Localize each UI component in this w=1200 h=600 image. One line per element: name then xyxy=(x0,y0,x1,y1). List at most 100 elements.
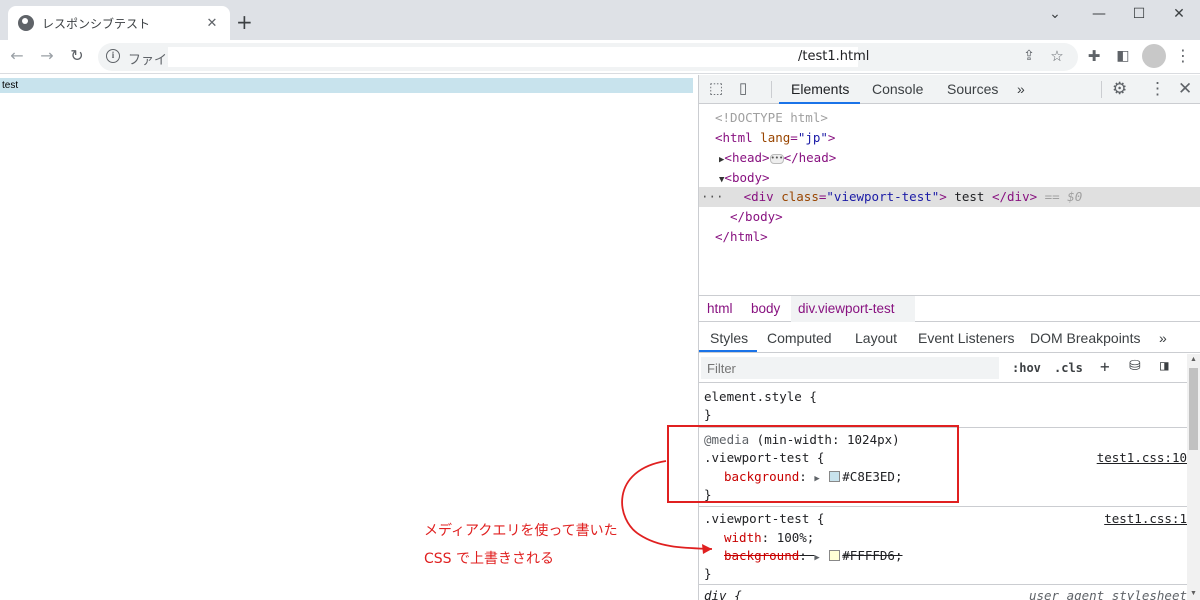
breadcrumb: html body div.viewport-test xyxy=(699,295,1200,322)
divider xyxy=(771,81,772,98)
tab-sources[interactable]: Sources xyxy=(947,81,998,97)
color-swatch[interactable] xyxy=(829,550,841,561)
dom-body-node[interactable]: ▼<body> xyxy=(699,168,1200,188)
tab-close-icon[interactable]: ✕ xyxy=(204,16,220,31)
active-tab-indicator xyxy=(779,102,860,104)
devtools-panel: ⬚ ▯ Elements Console Sources » ⚙ ⋮ ✕ <!D… xyxy=(698,75,1200,600)
active-subtab-indicator xyxy=(699,350,757,352)
div-close: </div> xyxy=(991,189,1038,204)
kebab-menu-icon[interactable]: ⋮ xyxy=(1149,79,1166,99)
tab-strip: レスポンシブテスト ✕ + ⌄ — ☐ ✕ xyxy=(0,0,1200,40)
breadcrumb-body[interactable]: body xyxy=(751,301,780,316)
rule-divider xyxy=(699,506,1187,507)
ellipsis-icon[interactable]: ••• xyxy=(769,153,784,164)
body-close: </body> xyxy=(730,209,783,224)
dom-doctype[interactable]: <!DOCTYPE html> xyxy=(699,108,1200,128)
scroll-thumb[interactable] xyxy=(1189,368,1198,450)
tab-dom-breakpoints[interactable]: DOM Breakpoints xyxy=(1030,330,1140,346)
tab-elements[interactable]: Elements xyxy=(791,81,849,97)
prop-name: background xyxy=(724,548,800,563)
tab-layout[interactable]: Layout xyxy=(855,330,897,346)
collapse-triangle-icon[interactable]: ▼ xyxy=(699,175,724,185)
address-bar[interactable]: i ファイル /test1.html xyxy=(98,43,1078,71)
dom-div-node-selected[interactable]: ··· <div class="viewport-test"> test </di… xyxy=(699,187,1200,207)
prop-name: width xyxy=(724,530,762,545)
rule-close-brace: } xyxy=(704,566,712,581)
annotation-line1: メディアクエリを使って書いた xyxy=(424,523,618,539)
side-panel-icon[interactable]: ◧ xyxy=(1112,46,1134,66)
filter-input[interactable] xyxy=(701,357,999,379)
menu-icon[interactable]: ⋮ xyxy=(1172,46,1194,66)
body-open: <body> xyxy=(724,170,770,185)
divider xyxy=(1101,81,1102,98)
tab-computed[interactable]: Computed xyxy=(767,330,832,346)
rule-divider xyxy=(699,584,1187,585)
tab-styles[interactable]: Styles xyxy=(710,330,748,346)
address-url: /test1.html xyxy=(798,49,870,64)
declaration-background-overridden[interactable]: background: ▶ #FFFFD6; xyxy=(724,546,903,565)
div-open: <div xyxy=(743,189,774,204)
browser-window: レスポンシブテスト ✕ + ⌄ — ☐ ✕ ← → ↻ i ファイル /test… xyxy=(0,0,1200,600)
bookmark-star-icon[interactable]: ☆ xyxy=(1046,46,1068,66)
extensions-icon[interactable]: ✚ xyxy=(1083,46,1105,66)
dom-body-close[interactable]: </body> xyxy=(699,207,1200,227)
rule-close-brace: } xyxy=(704,407,712,422)
prop-value: #FFFFD6; xyxy=(842,548,903,563)
expand-triangle-icon[interactable]: ▶ xyxy=(699,155,724,165)
share-icon[interactable]: ⇪ xyxy=(1018,46,1040,66)
browser-tab[interactable]: レスポンシブテスト ✕ xyxy=(8,6,230,40)
div-attr-val: "viewport-test" xyxy=(826,189,940,204)
annotation-line2: CSS で上書きされる xyxy=(424,551,554,567)
more-tabs-icon[interactable]: » xyxy=(1017,81,1025,97)
dom-head-node[interactable]: ▶<head>•••</head> xyxy=(699,148,1200,168)
sidebar-toggle-icon[interactable]: ◨ xyxy=(1160,358,1168,374)
tab-event-listeners[interactable]: Event Listeners xyxy=(918,330,1015,346)
breadcrumb-html[interactable]: html xyxy=(707,301,733,316)
new-tab-button[interactable]: + xyxy=(236,12,253,32)
paint-icon[interactable]: ⛁ xyxy=(1129,358,1141,374)
viewport-test-div: test xyxy=(0,78,693,93)
dom-html-close[interactable]: </html> xyxy=(699,227,1200,247)
address-redacted xyxy=(168,47,858,67)
user-agent-stylesheet-label: user agent stylesheet xyxy=(1028,588,1187,600)
declaration-width[interactable]: width: 100%; xyxy=(724,528,814,547)
element-style-selector[interactable]: element.style { xyxy=(704,387,817,406)
head-close: </head> xyxy=(783,150,837,165)
expand-triangle-icon[interactable]: ▶ xyxy=(814,553,819,563)
styles-filter-bar: :hov .cls + ⛁ ◨ xyxy=(699,354,1189,383)
info-icon[interactable]: i xyxy=(106,49,120,63)
device-toolbar-icon[interactable]: ▯ xyxy=(739,79,747,99)
scroll-up-icon[interactable]: ▲ xyxy=(1187,354,1200,366)
doctype-text: <!DOCTYPE html> xyxy=(715,110,828,125)
globe-icon xyxy=(18,15,34,31)
source-link-media[interactable]: test1.css:10 xyxy=(1097,448,1187,467)
back-icon[interactable]: ← xyxy=(6,46,28,66)
dom-html-node[interactable]: <html lang="jp"> xyxy=(699,128,1200,148)
rule-selector-base[interactable]: .viewport-test { xyxy=(704,509,824,528)
rule-selector-div[interactable]: div { xyxy=(704,586,742,600)
window-close-button[interactable]: ✕ xyxy=(1156,4,1200,24)
reload-icon[interactable]: ↻ xyxy=(66,46,88,66)
selected-marker: == $0 xyxy=(1044,189,1083,204)
source-link-base[interactable]: test1.css:1 xyxy=(1104,509,1187,528)
html-open: <html xyxy=(715,130,753,145)
cls-button[interactable]: .cls xyxy=(1054,361,1083,375)
gear-icon[interactable]: ⚙ xyxy=(1112,79,1127,99)
close-devtools-icon[interactable]: ✕ xyxy=(1178,79,1192,99)
tab-search-icon[interactable]: ⌄ xyxy=(1032,4,1078,24)
prop-value: 100%; xyxy=(776,530,815,545)
dots-icon[interactable]: ··· xyxy=(699,189,724,204)
tab-title: レスポンシブテスト xyxy=(42,16,151,31)
breadcrumb-div[interactable]: div.viewport-test xyxy=(798,301,895,316)
hov-button[interactable]: :hov xyxy=(1012,361,1041,375)
div-attr: class xyxy=(781,189,819,204)
inspect-element-icon[interactable]: ⬚ xyxy=(709,79,723,99)
profile-avatar[interactable] xyxy=(1142,44,1166,68)
styles-scrollbar[interactable]: ▲ ▼ xyxy=(1187,354,1200,600)
forward-icon[interactable]: → xyxy=(36,46,58,66)
head-open: <head> xyxy=(724,150,770,165)
more-subtabs-icon[interactable]: » xyxy=(1159,330,1167,346)
tab-console[interactable]: Console xyxy=(872,81,923,97)
new-rule-icon[interactable]: + xyxy=(1100,357,1110,376)
scroll-down-icon[interactable]: ▼ xyxy=(1187,588,1200,600)
